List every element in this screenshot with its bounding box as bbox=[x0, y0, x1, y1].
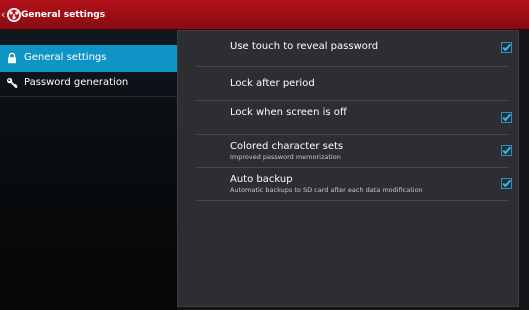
sidebar: General settings Password generation bbox=[0, 30, 177, 310]
action-bar: ‹ General settings bbox=[0, 0, 529, 30]
pref-auto-backup[interactable]: Auto backup Automatic backups to SD card… bbox=[196, 168, 512, 200]
app-logo-icon[interactable] bbox=[6, 7, 22, 23]
sidebar-item-general-settings[interactable]: General settings bbox=[0, 45, 177, 72]
preferences-list: Use touch to reveal password Lock after … bbox=[177, 30, 519, 307]
pref-title: Use touch to reveal password bbox=[230, 41, 379, 52]
pref-title: Lock after period bbox=[230, 78, 315, 89]
pref-title: Auto backup bbox=[230, 174, 293, 185]
checkbox-checked-icon[interactable] bbox=[501, 112, 512, 123]
pref-title: Lock when screen is off bbox=[230, 107, 347, 118]
pref-lock-when-screen-off[interactable]: Lock when screen is off bbox=[196, 101, 512, 134]
key-icon bbox=[7, 78, 18, 89]
checkbox-checked-icon[interactable] bbox=[501, 42, 512, 53]
sidebar-item-label: Password generation bbox=[24, 77, 129, 88]
pref-use-touch-to-reveal[interactable]: Use touch to reveal password bbox=[196, 31, 512, 66]
lock-icon bbox=[8, 52, 16, 64]
sidebar-divider bbox=[0, 96, 177, 97]
screen-title: General settings bbox=[21, 10, 106, 20]
pref-title: Colored character sets bbox=[230, 141, 344, 152]
checkbox-checked-icon[interactable] bbox=[501, 145, 512, 156]
settings-panel: Use touch to reveal password Lock after … bbox=[177, 30, 529, 310]
sidebar-item-label: General settings bbox=[24, 52, 107, 63]
pref-colored-character-sets[interactable]: Colored character sets Improved password… bbox=[196, 135, 512, 167]
pref-summary: Automatic backups to SD card after each … bbox=[230, 186, 423, 194]
checkbox-checked-icon[interactable] bbox=[501, 178, 512, 189]
pref-divider bbox=[196, 200, 509, 201]
sidebar-item-password-generation[interactable]: Password generation bbox=[0, 70, 177, 97]
pref-lock-after-period[interactable]: Lock after period bbox=[196, 67, 509, 100]
pref-summary: Improved password memorization bbox=[230, 153, 341, 161]
